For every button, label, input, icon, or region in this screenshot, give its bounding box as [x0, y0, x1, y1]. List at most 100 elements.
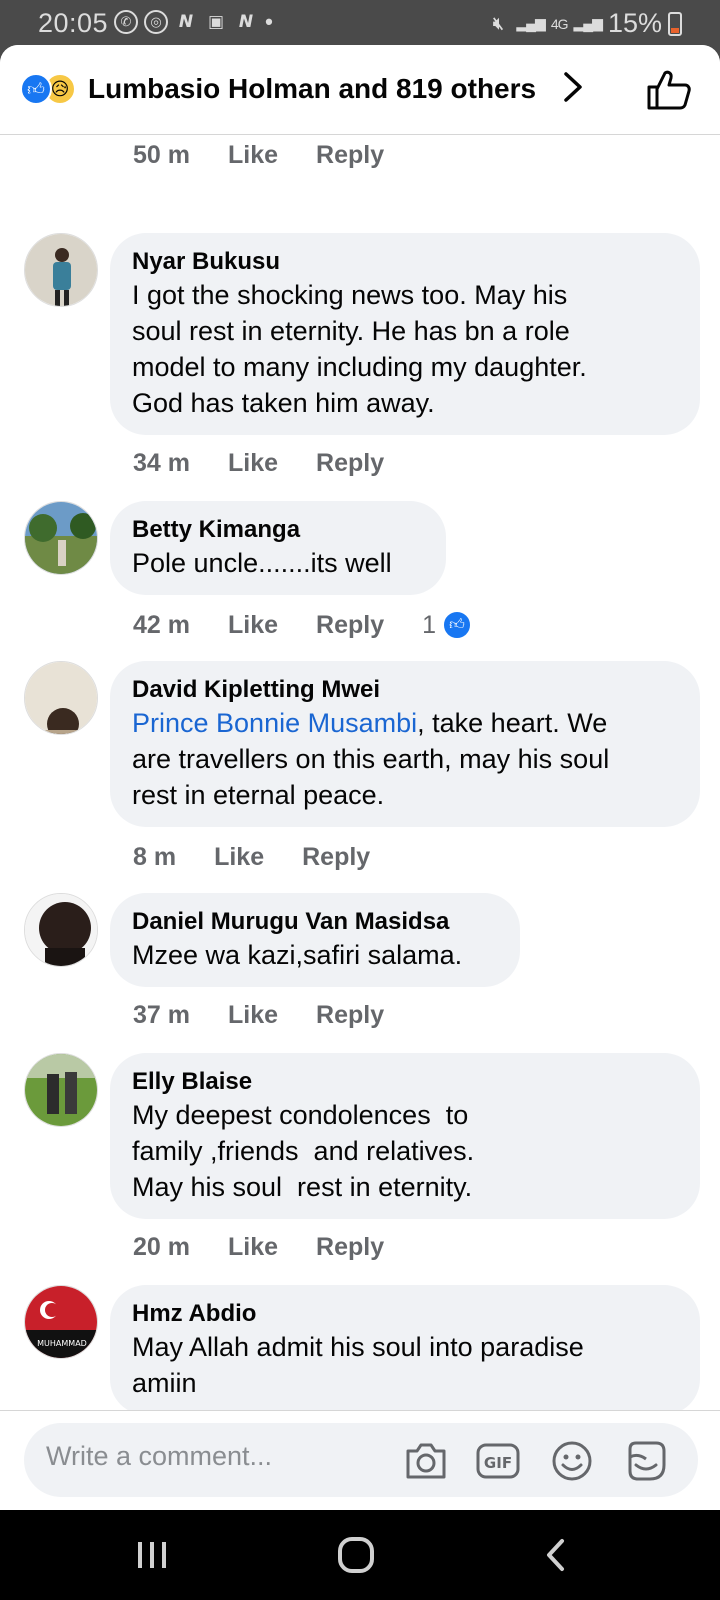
reactors-summary[interactable]: Lumbasio Holman and 819 others [88, 73, 536, 105]
comment-author[interactable]: Betty Kimanga [132, 515, 424, 545]
comment-line: family ,friends and relatives. [132, 1136, 475, 1166]
comment-line: are travellers on this earth, may his so… [132, 744, 610, 774]
status-right: 🔇︎ ▂▄▆ 4G ▂▄▆ 15% [486, 8, 682, 39]
comment-actions: 8 m Like Reply [133, 837, 370, 877]
comment-line: rest in eternal peace. [132, 780, 385, 810]
news-icon: 𝙉 [238, 12, 254, 31]
like-link[interactable]: Like [228, 1001, 278, 1030]
comment-actions: 42 m Like Reply 1 👍︎ [133, 605, 473, 645]
avatar[interactable] [24, 1053, 98, 1127]
home-button[interactable] [326, 1532, 386, 1578]
comment-bubble[interactable]: Nyar Bukusu I got the shocking news too.… [110, 233, 700, 435]
comments-sheet: 👍︎ 😥 Lumbasio Holman and 819 others 50 m… [0, 45, 720, 1510]
comment-author[interactable]: Hmz Abdio [132, 1299, 678, 1329]
comment-actions: 20 m Like Reply [133, 1227, 384, 1267]
reaction-icons: 👍︎ 😥 [20, 73, 78, 105]
status-notification-icons: ✆ ◎ 𝙉 ▣ 𝙉 • [114, 9, 274, 34]
comment-text: My deepest condolences to family ,friend… [132, 1097, 678, 1205]
comment-line: amiin [132, 1368, 197, 1398]
comment-text: Pole uncle.......its well [132, 548, 392, 578]
system-navigation-bar [0, 1510, 720, 1600]
notification-icon: ◎ [144, 10, 168, 34]
comment-bubble[interactable]: Daniel Murugu Van Masidsa Mzee wa kazi,s… [110, 893, 520, 987]
reply-link[interactable]: Reply [316, 449, 384, 478]
comment-time: 34 m [133, 448, 190, 477]
comment-line: I got the shocking news too. May his [132, 280, 568, 310]
comment-time: 50 m [133, 140, 190, 169]
avatar[interactable]: MUHAMMAD [24, 1285, 98, 1359]
avatar[interactable] [24, 233, 98, 307]
reply-link[interactable]: Reply [316, 1233, 384, 1262]
back-button[interactable] [526, 1532, 586, 1578]
whatsapp-icon: ✆ [114, 10, 138, 34]
news-icon: 𝙉 [178, 12, 194, 31]
reply-link[interactable]: Reply [316, 1001, 384, 1030]
comment-bubble[interactable]: Hmz Abdio May Allah admit his soul into … [110, 1285, 700, 1415]
like-reaction-icon: 👍︎ [442, 610, 473, 640]
comment-line: Prince Bonnie Musambi, take heart. We [132, 705, 678, 741]
reply-link[interactable]: Reply [316, 611, 384, 640]
comment-line: May his soul rest in eternity. [132, 1172, 473, 1202]
comment-author[interactable]: Elly Blaise [132, 1067, 678, 1097]
comment-actions: 37 m Like Reply [133, 995, 384, 1035]
comment-line-text: , take heart. We [417, 708, 608, 738]
comments-feed[interactable]: 50 m Like Reply Nyar Bukusu I got the sh… [0, 135, 720, 1455]
comment-text: Prince Bonnie Musambi, take heart. We ar… [132, 705, 678, 813]
comment-input[interactable]: Write a comment... [46, 1441, 272, 1472]
chevron-right-icon[interactable] [558, 67, 588, 107]
reaction-count-number: 1 [422, 610, 437, 639]
mention-link[interactable]: Prince Bonnie Musambi [132, 708, 417, 738]
avatar[interactable] [24, 661, 98, 735]
camera-icon[interactable] [404, 1439, 448, 1483]
avatar[interactable] [24, 893, 98, 967]
comment-bubble[interactable]: Betty Kimanga Pole uncle.......its well [110, 501, 446, 595]
like-link[interactable]: Like [228, 1233, 278, 1262]
reaction-count[interactable]: 1 👍︎ [422, 610, 473, 640]
like-link[interactable]: Like [228, 611, 278, 640]
comment-author[interactable]: David Kipletting Mwei [132, 675, 678, 705]
reactions-header[interactable]: 👍︎ 😥 Lumbasio Holman and 819 others [0, 45, 720, 135]
comment-line: May Allah admit his soul into paradise [132, 1332, 584, 1362]
facebook-icon: ▣ [207, 12, 225, 31]
comment-text: May Allah admit his soul into paradise a… [132, 1329, 678, 1401]
reply-link[interactable]: Reply [316, 141, 384, 170]
gif-label: GIF [484, 1454, 512, 1472]
signal-icon: ▂▄▆ [573, 15, 603, 31]
comment-time: 37 m [133, 1000, 190, 1029]
comment-composer[interactable]: Write a comment... GIF [24, 1423, 698, 1497]
avatar[interactable] [24, 501, 98, 575]
network-type: 4G [550, 15, 569, 32]
comment-line: soul rest in eternity. He has bn a role [132, 316, 570, 346]
like-link[interactable]: Like [214, 843, 264, 872]
comment-text: I got the shocking news too. May his sou… [132, 277, 678, 421]
battery-percent: 15% [607, 8, 662, 38]
emoji-icon[interactable] [550, 1439, 594, 1483]
comment-time: 20 m [133, 1232, 190, 1261]
comment-time: 42 m [133, 610, 190, 639]
comment-line: model to many including my daughter. [132, 352, 587, 382]
comment-actions: 34 m Like Reply [133, 443, 384, 483]
sticker-icon[interactable] [624, 1439, 668, 1483]
like-reaction-icon: 👍︎ [20, 73, 52, 105]
recent-apps-button[interactable] [122, 1532, 182, 1578]
avatar-text: MUHAMMAD [37, 1339, 87, 1348]
comment-line: My deepest condolences to [132, 1100, 469, 1130]
gif-icon[interactable]: GIF [476, 1439, 520, 1483]
like-post-button[interactable] [646, 69, 692, 111]
comment-author[interactable]: Daniel Murugu Van Masidsa [132, 907, 498, 937]
comment-actions: 50 m Like Reply [133, 135, 384, 175]
status-bar: 20:05 ✆ ◎ 𝙉 ▣ 𝙉 • 🔇︎ ▂▄▆ 4G ▂▄▆ 15% [0, 0, 720, 48]
signal-icon: ▂▄▆ [516, 15, 545, 31]
like-link[interactable]: Like [228, 449, 278, 478]
comment-text: Mzee wa kazi,safiri salama. [132, 940, 463, 970]
comment-bubble[interactable]: Elly Blaise My deepest condolences to fa… [110, 1053, 700, 1219]
mute-icon: 🔇︎ [493, 13, 504, 33]
battery-icon [668, 11, 682, 36]
comment-author[interactable]: Nyar Bukusu [132, 247, 678, 277]
comment-bubble[interactable]: David Kipletting Mwei Prince Bonnie Musa… [110, 661, 700, 827]
comment-time: 8 m [133, 842, 177, 871]
dot-icon: • [265, 9, 273, 34]
like-link[interactable]: Like [228, 141, 278, 170]
reply-link[interactable]: Reply [302, 843, 370, 872]
comment-composer-bar: Write a comment... GIF [0, 1410, 720, 1510]
